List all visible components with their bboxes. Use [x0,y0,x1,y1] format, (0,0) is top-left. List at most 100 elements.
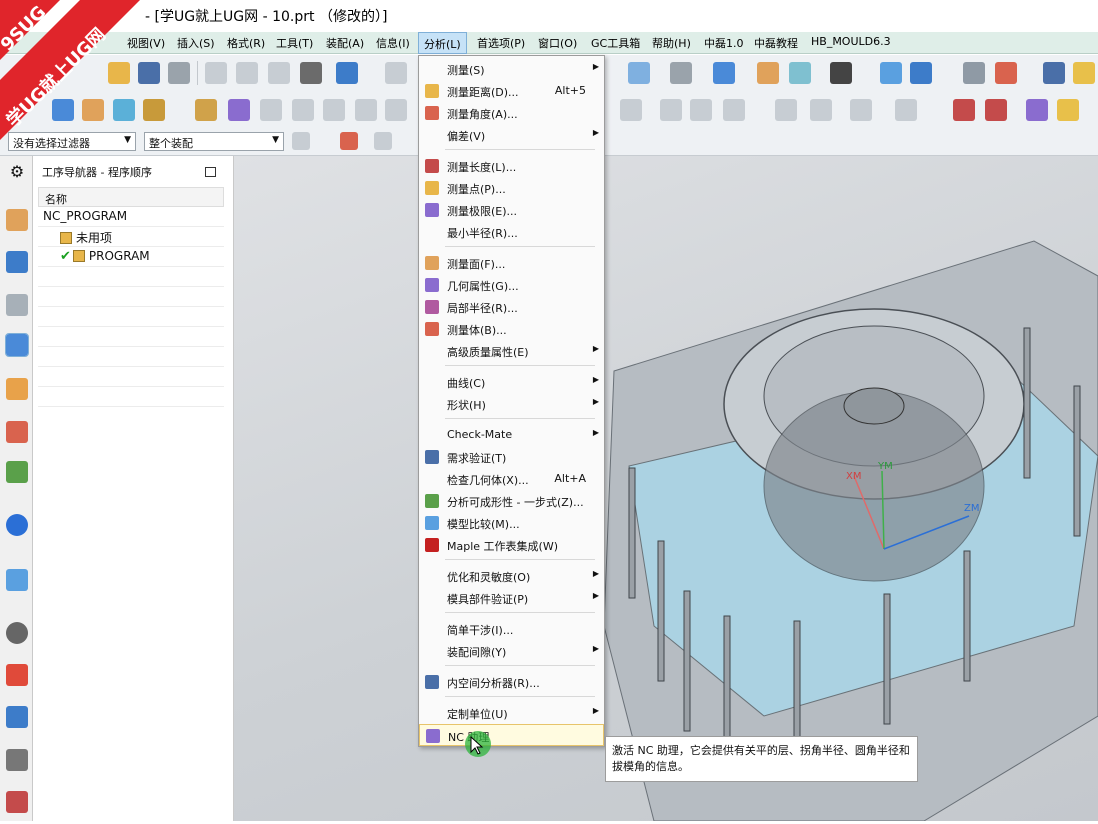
snap-point-icon[interactable] [340,132,358,150]
orient-wcs-icon[interactable] [995,62,1017,84]
menu-item-geometric-properties[interactable]: 几何属性(G)... [419,274,604,296]
undo-icon[interactable] [336,62,358,84]
section-view-icon[interactable] [789,62,811,84]
reuse-library-icon[interactable] [6,421,28,443]
palette-icon[interactable] [1073,62,1095,84]
constraint-navigator-icon[interactable] [6,251,28,273]
machine-tool-navigator-icon[interactable] [6,378,28,400]
hd3d-tools-icon[interactable] [6,461,28,483]
menu-preferences[interactable]: 首选项(P) [477,35,525,51]
measure-tool-icon[interactable] [1043,62,1065,84]
list-info-icon[interactable] [690,99,712,121]
menu-tools[interactable]: 工具(T) [276,35,313,51]
postprocess-icon[interactable] [385,99,407,121]
menu-item-nc-assistant[interactable]: NC 助理 [419,724,604,746]
tree-row-program[interactable]: ✔ PROGRAM [38,247,224,267]
menu-gc-toolbox[interactable]: GC工具箱 [591,35,640,51]
shop-documentation-icon[interactable] [620,99,642,121]
menu-item-measure-distance[interactable]: 测量距离(D)... Alt+5 [419,80,604,102]
menu-item-measure-angle[interactable]: 测量角度(A)... [419,102,604,124]
menu-item-mold-part-validation[interactable]: 模具部件验证(P) ▶ [419,587,604,609]
menu-item-local-radius[interactable]: 局部半径(R)... [419,296,604,318]
copy-icon[interactable] [236,62,258,84]
print-icon[interactable] [168,62,190,84]
cut-pattern-icon[interactable] [850,99,872,121]
menu-help[interactable]: 帮助(H) [652,35,691,51]
history-icon[interactable] [6,569,28,591]
menu-item-measure-body[interactable]: 测量体(B)... [419,318,604,340]
repeat-command-icon[interactable] [385,62,407,84]
background-icon[interactable] [830,62,852,84]
view-orientation-icon[interactable] [713,62,735,84]
render-style-icon[interactable] [670,62,692,84]
menu-assembly[interactable]: 装配(A) [326,35,364,51]
geometry-view-icon[interactable] [1026,99,1048,121]
program-order-view-icon[interactable] [953,99,975,121]
name-column-header[interactable]: 名称 [38,187,224,207]
menu-zhonglei[interactable]: 中磊1.0 [704,35,744,51]
system-materials-icon[interactable] [6,791,28,813]
delete-icon[interactable] [300,62,322,84]
menu-item-measure-face[interactable]: 测量面(F)... [419,252,604,274]
menu-item-measure[interactable]: 测量(S) ▶ [419,58,604,80]
menu-analysis[interactable]: 分析(L) [418,32,467,54]
menu-zhonglei-tutorial[interactable]: 中磊教程 [754,35,798,51]
menu-hb-mould[interactable]: HB_MOULD6.3 [811,35,891,48]
menu-item-assembly-clearance[interactable]: 装配间隙(Y) ▶ [419,640,604,662]
tree-row-nc-program[interactable]: NC_PROGRAM [38,207,224,227]
menu-item-maple-integration[interactable]: Maple 工作表集成(W) [419,534,604,556]
menu-item-optimization[interactable]: 优化和灵敏度(O) ▶ [419,565,604,587]
menu-item-simple-interference[interactable]: 简单干涉(I)... [419,618,604,640]
output-cls-icon[interactable] [660,99,682,121]
cut-region-icon[interactable] [810,99,832,121]
part-navigator-icon[interactable] [6,294,28,316]
menu-insert[interactable]: 插入(S) [177,35,215,51]
menu-item-measure-length[interactable]: 测量长度(L)... [419,155,604,177]
layer-icon[interactable] [757,62,779,84]
menu-format[interactable]: 格式(R) [227,35,265,51]
method-view-icon[interactable] [1057,99,1079,121]
menu-item-formability-analysis[interactable]: 分析可成形性 - 一步式(Z)... [419,490,604,512]
maximize-icon[interactable] [205,167,216,177]
assembly-navigator-icon[interactable] [6,209,28,231]
layer-settings-icon[interactable] [963,62,985,84]
menu-window[interactable]: 窗口(O) [538,35,577,51]
menu-info[interactable]: 信息(I) [376,35,410,51]
wcs-icon[interactable] [880,62,902,84]
menu-item-examine-geometry[interactable]: 检查几何体(X)... Alt+A [419,468,604,490]
menu-item-deviation[interactable]: 偏差(V) ▶ [419,124,604,146]
snap-endpoint-icon[interactable] [374,132,392,150]
process-studio-icon[interactable] [6,706,28,728]
web-browser-icon[interactable] [6,514,28,536]
tool-drive-icon[interactable] [895,99,917,121]
operation-navigator-icon[interactable] [5,333,29,357]
general-select-icon[interactable] [292,132,310,150]
menu-item-min-radius[interactable]: 最小半径(R)... [419,221,604,243]
create-operation-icon[interactable] [195,99,217,121]
move-object-icon[interactable] [910,62,932,84]
clock-icon[interactable] [6,622,28,644]
menu-item-requirements-validation[interactable]: 需求验证(T) [419,446,604,468]
replay-toolpath-icon[interactable] [260,99,282,121]
delete-toolpath-icon[interactable] [355,99,377,121]
verify-toolpath-icon[interactable] [323,99,345,121]
graphics-window[interactable]: XM YM ZM [234,156,1098,822]
list-toolpath-icon[interactable] [292,99,314,121]
color-palette-icon[interactable] [6,664,28,686]
generate-toolpath-icon[interactable] [228,99,250,121]
menu-item-shape[interactable]: 形状(H) ▶ [419,393,604,415]
fit-view-icon[interactable] [628,62,650,84]
menu-item-advanced-mass-properties[interactable]: 高级质量属性(E) ▶ [419,340,604,362]
menu-item-curve[interactable]: 曲线(C) ▶ [419,371,604,393]
machine-tool-view-icon[interactable] [985,99,1007,121]
menu-item-custom-units[interactable]: 定制单位(U) ▶ [419,702,604,724]
menu-item-check-mate[interactable]: Check-Mate ▶ [419,424,604,446]
cut-icon[interactable] [205,62,227,84]
menu-item-model-compare[interactable]: 模型比较(M)... [419,512,604,534]
paste-icon[interactable] [268,62,290,84]
roles-icon[interactable] [6,749,28,771]
settings-gear-icon[interactable]: ⚙ [6,162,28,184]
tree-row-unused[interactable]: 未用项 [38,227,224,247]
menu-item-measure-point[interactable]: 测量点(P)... [419,177,604,199]
tool-axis-icon[interactable] [775,99,797,121]
